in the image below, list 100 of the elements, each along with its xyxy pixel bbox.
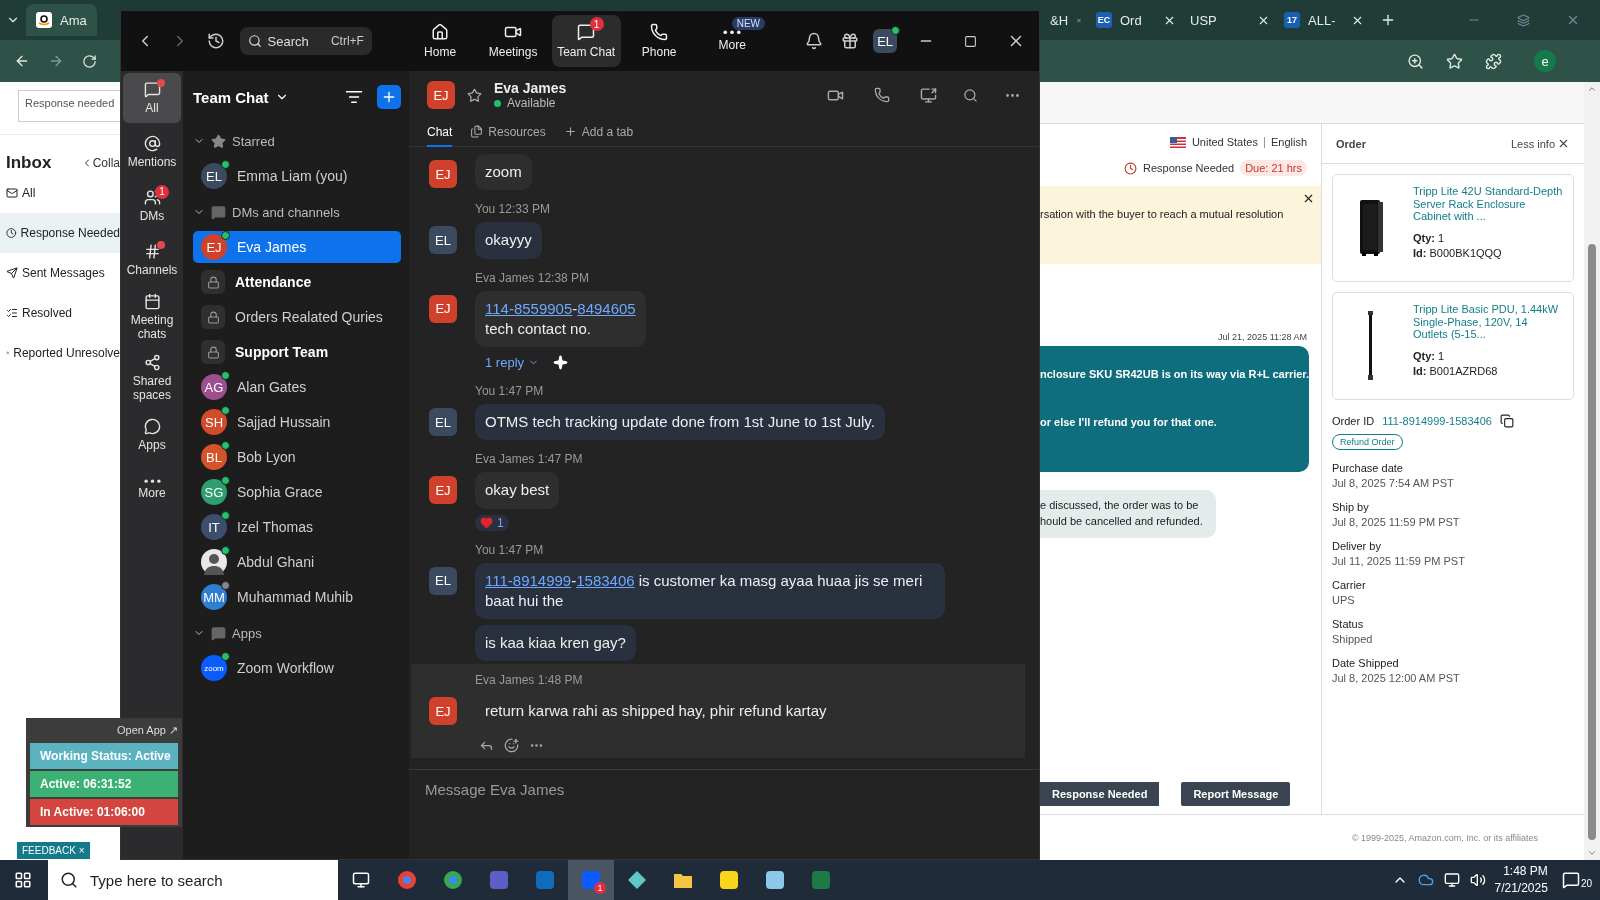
chat-list-item[interactable]: Orders Realated Quries [193,301,401,333]
chat-list-item[interactable]: Abdul Ghani [193,546,401,578]
refund-button[interactable]: Refund Order [1332,434,1403,450]
rail-item[interactable]: More [123,464,181,515]
folder-item[interactable]: Reported Unresolve [0,333,120,373]
nav-tab[interactable]: Home [405,15,475,67]
action-button[interactable]: Response Needed [1040,782,1160,806]
folder-item[interactable]: All [0,173,120,213]
browser-tab[interactable]: USP [1186,4,1274,36]
chat-tab[interactable]: Add a tab [563,118,634,147]
field-label: Date Shipped [1332,657,1400,669]
site-favicon: 17 [1284,12,1300,28]
message-text: okayyy [485,230,532,251]
message-meta: You 1:47 PM [475,384,544,398]
chat-list-item[interactable]: EL Emma Liam (you) [193,160,401,192]
message-text: 111-8914999-1583406 is customer ka masg ayaa huaa jis se meri baat hui the [485,570,924,611]
order-link[interactable]: 111-8914999 [485,571,572,589]
user-avatar: EJ [429,294,457,323]
folder-item[interactable]: Resolved [0,293,120,333]
chat-list-item[interactable]: BL Bob Lyon [193,441,401,473]
status-row: Active: 06:31:52 [30,771,178,797]
order-link[interactable]: 1583406 [576,571,635,589]
message-text: okay best [485,480,550,501]
folder-item[interactable]: Response Needed [0,213,120,253]
feedback-tab[interactable]: FEEDBACK × [17,842,90,859]
user-avatar: IT [201,514,227,540]
user-avatar: EL [429,226,457,255]
profile-avatar[interactable]: e [1534,50,1556,72]
chat-list-item[interactable]: EJ Eva James [193,231,401,263]
user-avatar: SG [201,479,227,505]
rail-item[interactable]: Meeting chats [123,289,181,346]
chat-tab[interactable]: Chat [427,118,453,147]
chat-list-item[interactable]: MM Muhammad Muhib [193,581,401,613]
field-value: Jul 8, 2025 11:59 PM PST [1332,516,1461,528]
nav-tab[interactable]: 1 Team Chat [551,15,621,67]
site-favicon: EC [1096,12,1112,28]
chat-list-item[interactable]: IT Izel Thomas [193,511,401,543]
field-label: Status [1332,618,1365,630]
panel-title: Order [1336,137,1366,150]
product-link[interactable]: Tripp Lite 42U Standard-Depth Server Rack Enclosure Cabinet with ... [1413,185,1565,223]
reaction-chip[interactable]: 1 [475,514,509,531]
order-link[interactable]: 114-8559905 [485,299,573,317]
search-field[interactable]: Search Ctrl+F [239,27,372,55]
presence-status: Available [494,96,567,110]
section-header[interactable]: DMs and channels [193,194,401,230]
user-avatar: AG [201,374,227,400]
browser-tab[interactable]: &H [1046,4,1086,36]
user-avatar: EJ [427,81,455,109]
rail-item[interactable]: Shared spaces [123,349,181,407]
section-header[interactable]: Starred [193,123,401,159]
rail-item[interactable]: All [123,73,181,123]
search-field[interactable]: Type here to search [48,860,338,900]
product-link[interactable]: Tripp Lite Basic PDU, 1.44kW Single-Phase, 120V, 14 Outlets (5-15... [1413,303,1565,341]
nav-tab[interactable]: Phone [624,15,694,67]
panel-title[interactable]: Team Chat [193,88,269,106]
rail-item[interactable]: Mentions [123,127,181,177]
seller-message: nclosure SKU SR42UB is on its way via R+L carrier. or else I'll refund you for that one. [1040,346,1309,472]
rail-item[interactable]: Apps [123,410,181,461]
chat-list-item[interactable]: SH Sajjad Hussain [193,406,401,438]
clock-text[interactable]: 1:48 PM 7/21/2025 [1494,863,1548,897]
message-text: is kaa kiaa kren gay? [485,633,626,653]
rail-item[interactable]: Channels [123,235,181,285]
profile-avatar[interactable]: EL [873,29,898,53]
browser-tab[interactable]: 17 ALL- [1280,4,1368,36]
notification-button[interactable]: 20 [1561,871,1592,889]
product-id: Id: B001AZRD68 [1413,364,1499,380]
order-link[interactable]: 8494605 [577,299,636,317]
chat-list-item[interactable]: Attendance [193,266,401,298]
message-meta: Eva James 1:47 PM [475,452,583,467]
section-header[interactable]: Apps [193,615,401,651]
user-avatar: EJ [201,234,227,260]
less-info-button[interactable]: Less info [1510,137,1570,150]
message-meta: You 1:47 PM [475,542,544,557]
chat-list-item[interactable]: SG Sophia Grace [193,476,401,508]
nav-tab[interactable]: NEW More [697,15,767,67]
rail-item[interactable]: 1 DMs [123,181,181,231]
due-badge: Due: 21 hrs [1240,160,1307,176]
user-avatar: EJ [429,160,457,188]
chat-list-item[interactable]: zoom Zoom Workflow [193,652,401,684]
message-meta: Eva James 12:38 PM [475,270,590,285]
app-logo: zoom [201,655,227,681]
user-avatar: EL [429,566,457,595]
replies-link[interactable]: 1 reply [485,355,540,370]
message-text: tech contact no. [485,318,592,339]
collapse-link[interactable]: Colla [92,156,120,170]
inbox-title: Inbox [6,153,52,173]
nav-tab[interactable]: Meetings [478,15,548,67]
message-text: 114-8559905-8494605 [485,298,636,319]
folder-item[interactable]: Sent Messages [0,253,120,293]
message-input[interactable]: Message Eva James [423,780,1025,799]
chat-list-item[interactable]: Support Team [193,336,401,368]
action-button[interactable]: Report Message [1181,782,1291,806]
field-label: Deliver by [1332,540,1382,552]
chat-tab[interactable]: Resources [470,118,546,147]
count-badge: 1 [589,17,604,31]
browser-tab[interactable]: EC Ord [1092,4,1180,36]
open-app-link[interactable]: Open App ↗ [117,724,178,737]
order-id-link[interactable]: 111-8914999-1583406 [1382,415,1492,427]
chat-list-item[interactable]: AG Alan Gates [193,371,401,403]
browser-tab[interactable]: Ama [26,4,97,36]
